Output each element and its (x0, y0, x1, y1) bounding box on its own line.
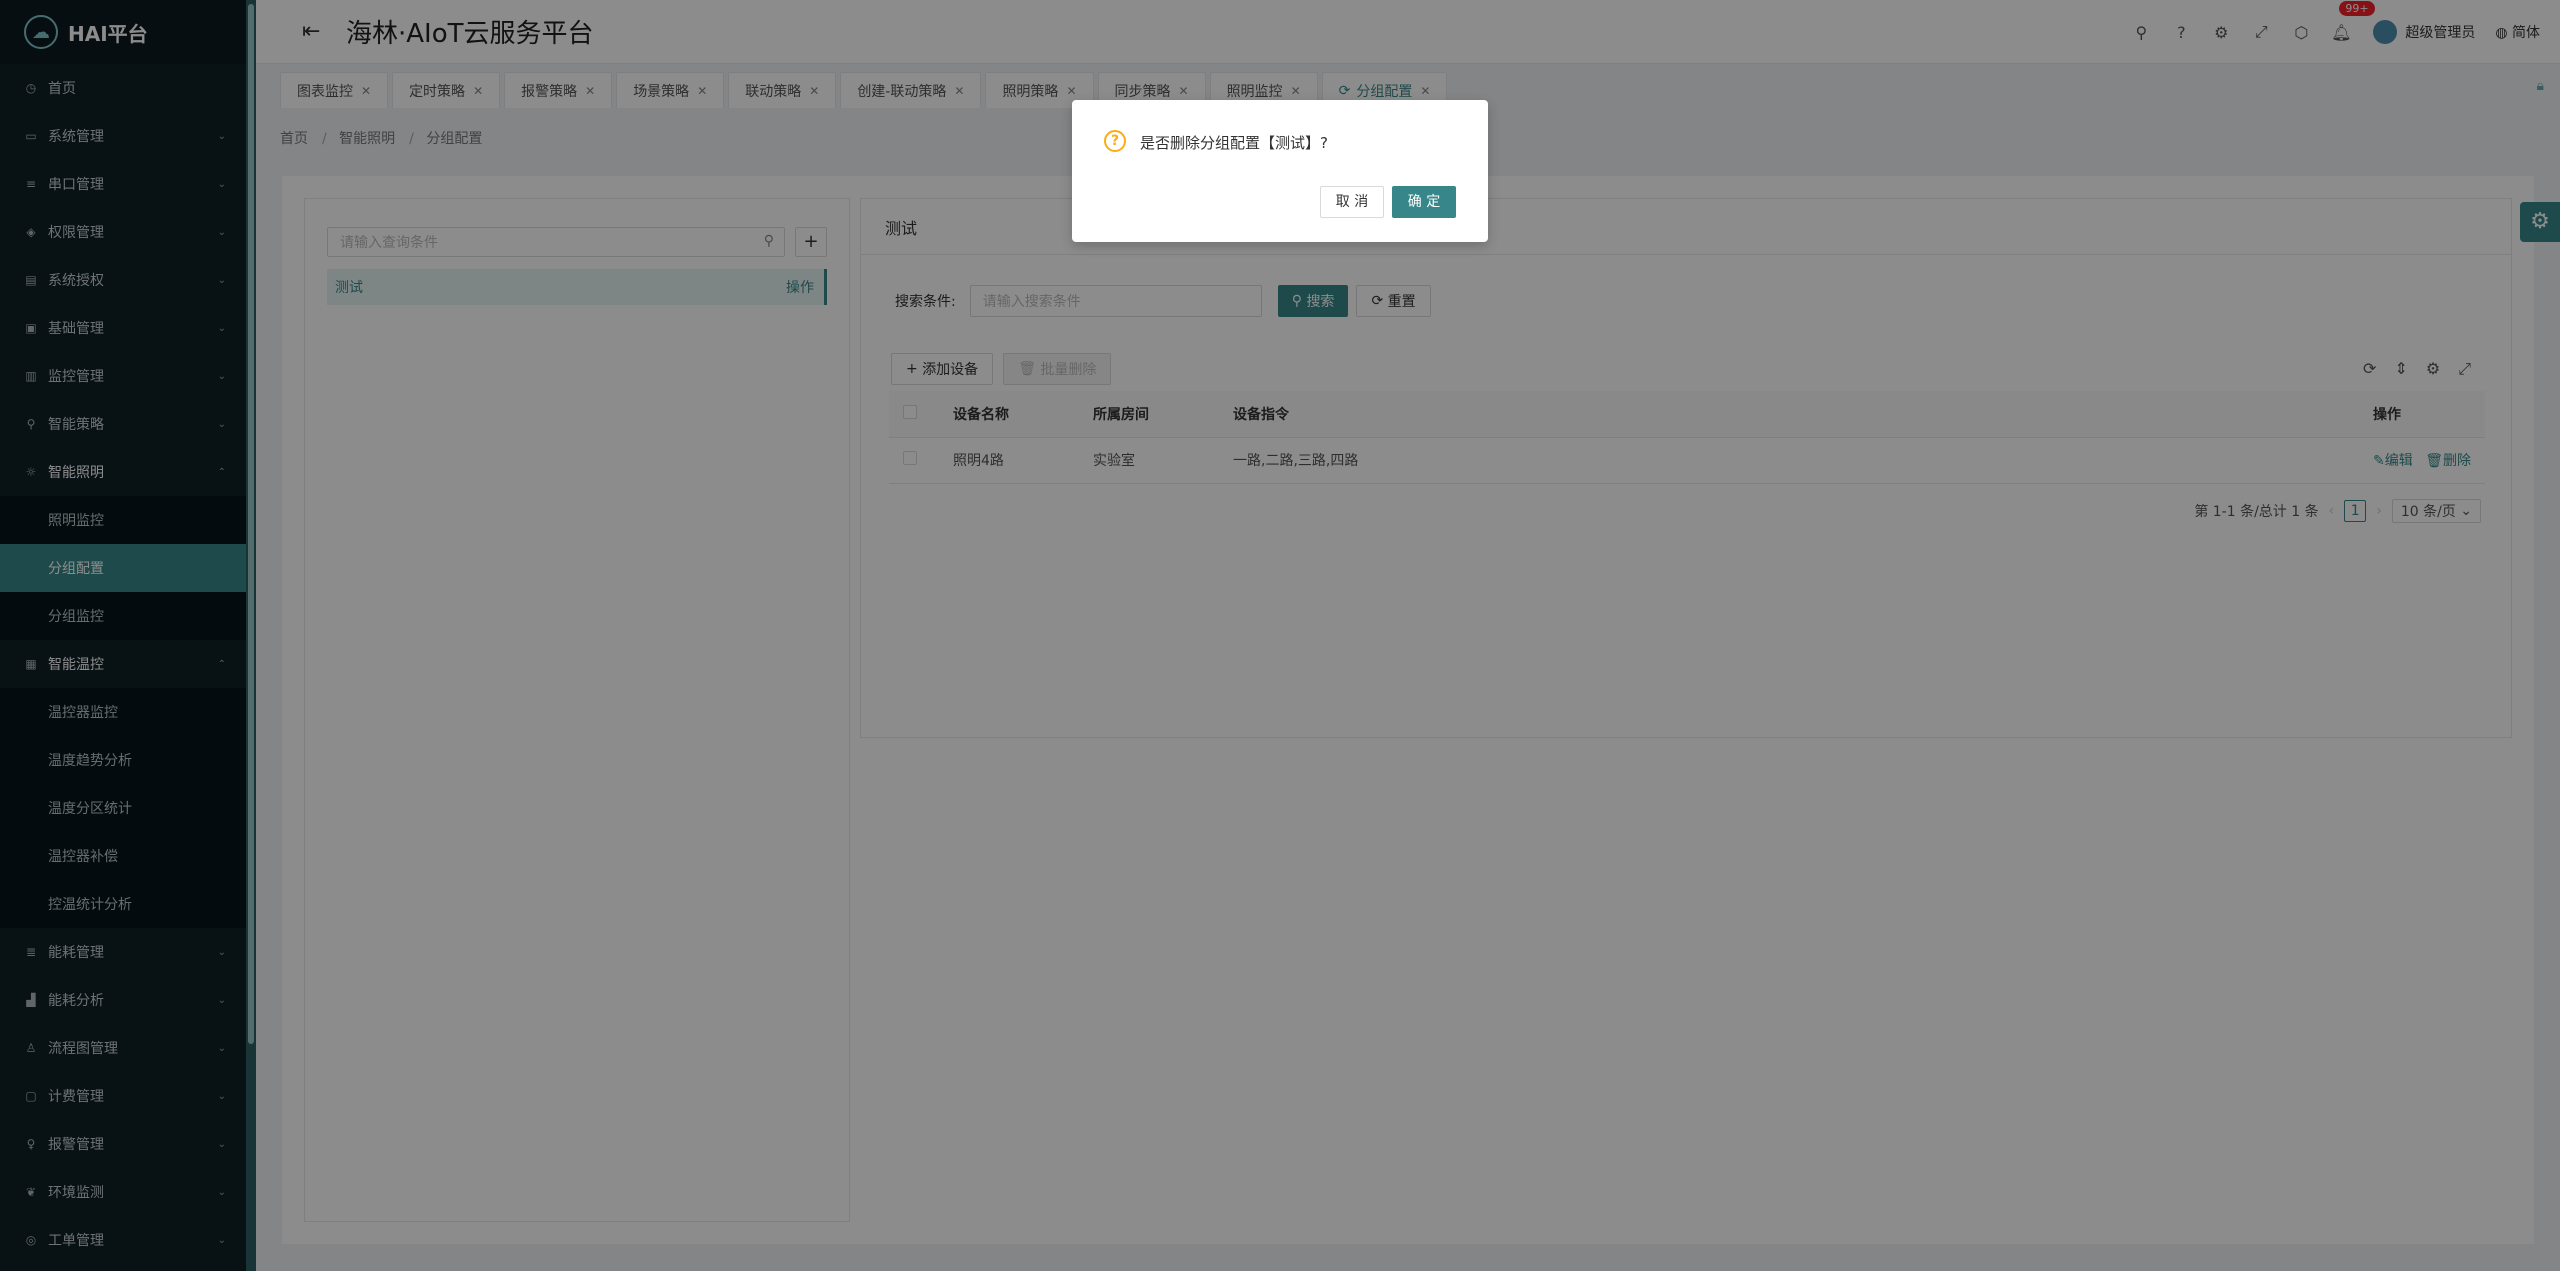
confirm-message: 是否删除分组配置【测试】? (1140, 134, 1328, 152)
confirm-dialog: ? 是否删除分组配置【测试】? 取 消 确 定 (1072, 100, 1488, 242)
ok-button[interactable]: 确 定 (1392, 186, 1456, 218)
cancel-button[interactable]: 取 消 (1320, 186, 1384, 218)
question-icon: ? (1104, 130, 1126, 152)
